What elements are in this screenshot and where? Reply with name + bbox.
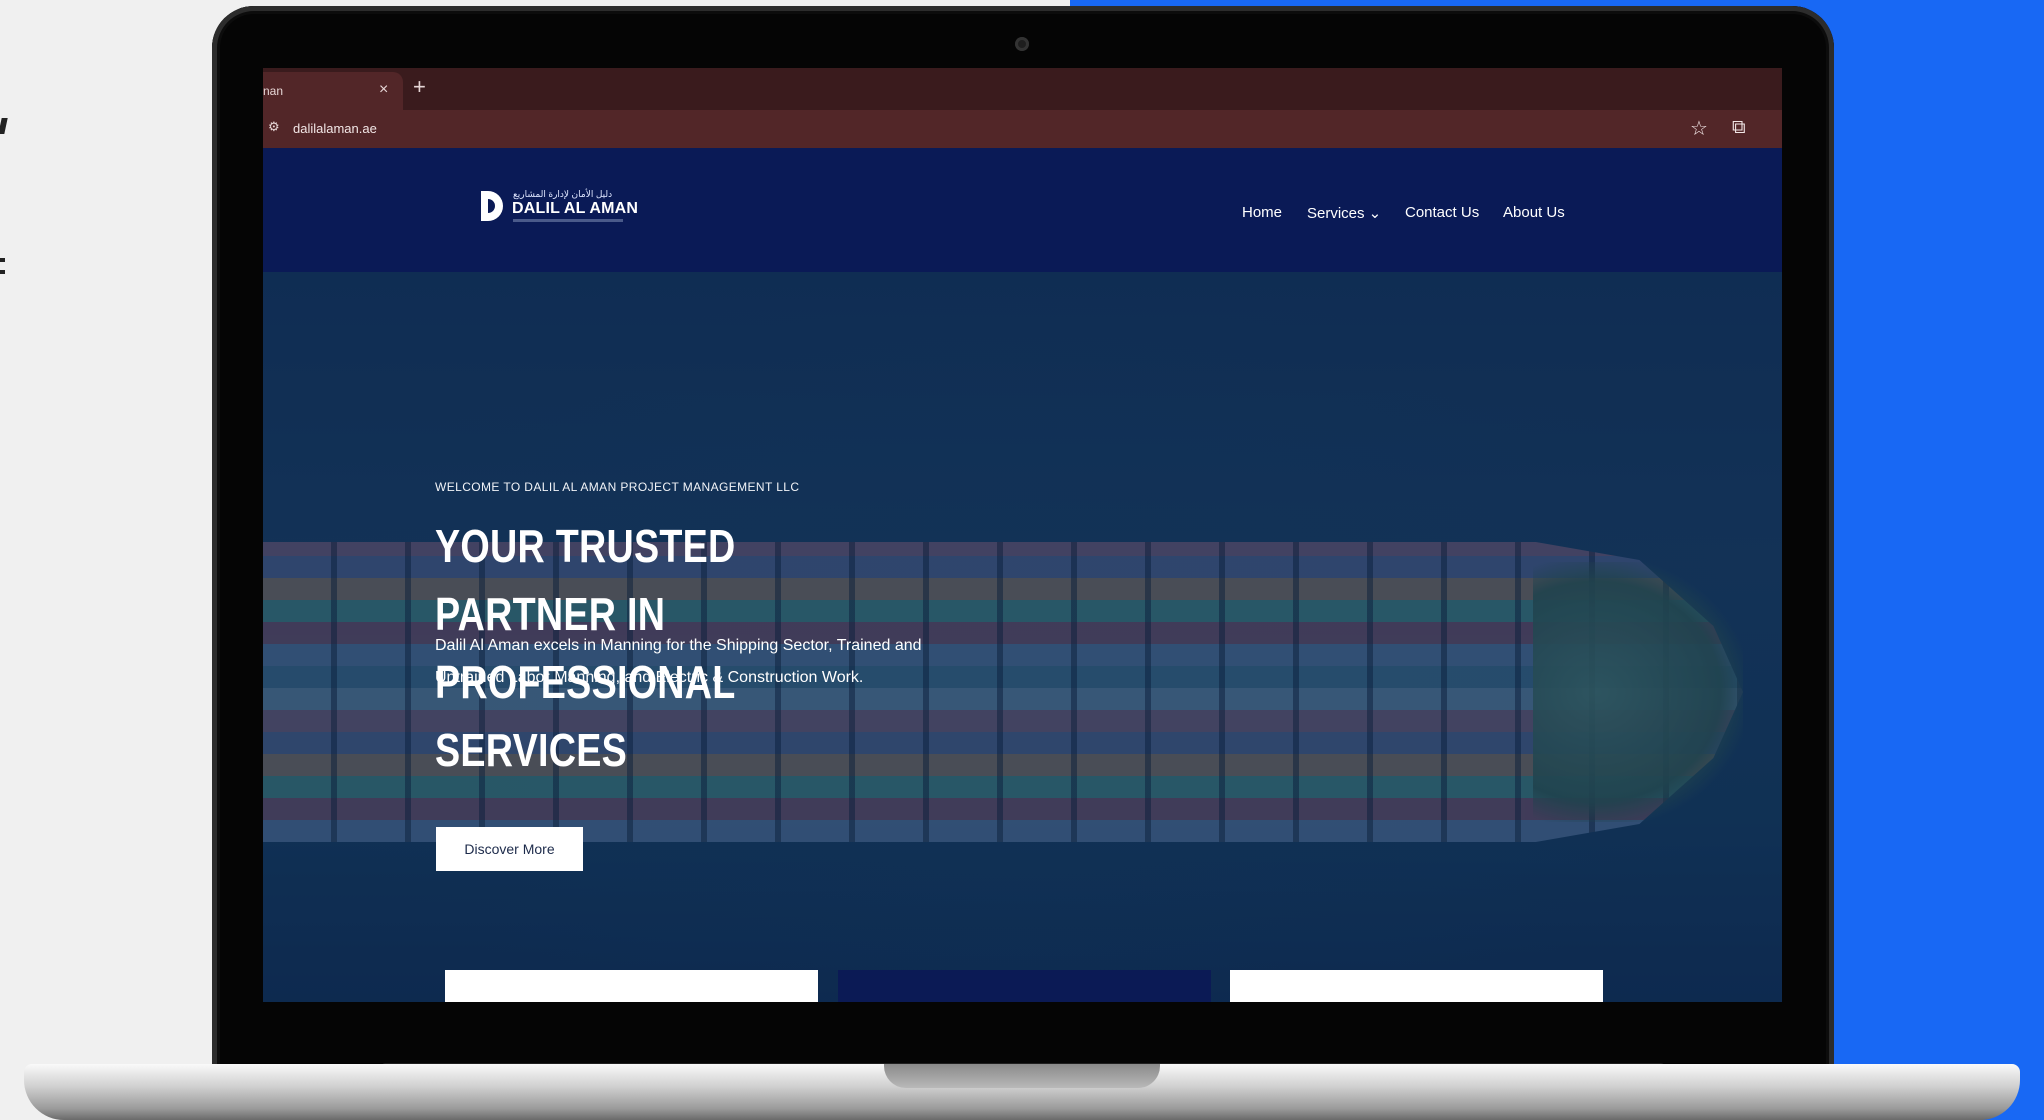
nav-about-us[interactable]: About Us	[1503, 204, 1565, 221]
hero-kicker: WELCOME TO DALIL AL AMAN PROJECT MANAGEM…	[435, 480, 800, 494]
feature-card	[1230, 970, 1603, 1002]
browser-tab[interactable]: nan ×	[263, 72, 403, 110]
nav-services[interactable]: Services ⌄	[1307, 204, 1381, 222]
nav-contact-us[interactable]: Contact Us	[1405, 204, 1479, 221]
site-header: دليل الأمان لإدارة المشاريع DALIL AL AMA…	[263, 148, 1782, 272]
feature-card	[838, 970, 1211, 1002]
logo-d-icon	[481, 191, 503, 221]
browser-tab-bar: nan × +	[263, 68, 1782, 110]
browser-screen: nan × + ⚙ dalilalaman.ae ☆ ⧉ دليل الأمان…	[263, 68, 1782, 1002]
webcam	[1015, 37, 1029, 51]
logo-tagline	[513, 219, 623, 222]
logo-text: DALIL AL AMAN	[512, 200, 639, 217]
new-tab-icon[interactable]: +	[413, 74, 426, 100]
discover-more-button[interactable]: Discover More	[436, 827, 583, 871]
logo-arabic-text: دليل الأمان لإدارة المشاريع	[513, 189, 613, 199]
feature-card	[445, 970, 818, 1002]
edge-text-fragment	[0, 258, 5, 262]
hero-section: WELCOME TO DALIL AL AMAN PROJECT MANAGEM…	[263, 272, 1782, 1002]
url-text[interactable]: dalilalaman.ae	[293, 121, 377, 136]
extensions-icon[interactable]: ⧉	[1732, 117, 1746, 139]
laptop-base	[24, 1064, 2020, 1120]
laptop-notch	[884, 1064, 1160, 1088]
tab-close-icon[interactable]: ×	[379, 81, 388, 99]
site-settings-icon[interactable]: ⚙	[268, 119, 280, 135]
bookmark-star-icon[interactable]: ☆	[1690, 116, 1708, 141]
hero-subtitle: Dalil Al Aman excels in Manning for the …	[435, 637, 922, 686]
tab-title: nan	[263, 84, 284, 98]
edge-text-fragment	[0, 118, 8, 134]
address-bar[interactable]: ⚙ dalilalaman.ae ☆ ⧉	[263, 110, 1782, 148]
nav-home[interactable]: Home	[1242, 204, 1282, 221]
edge-text-fragment	[0, 270, 5, 274]
